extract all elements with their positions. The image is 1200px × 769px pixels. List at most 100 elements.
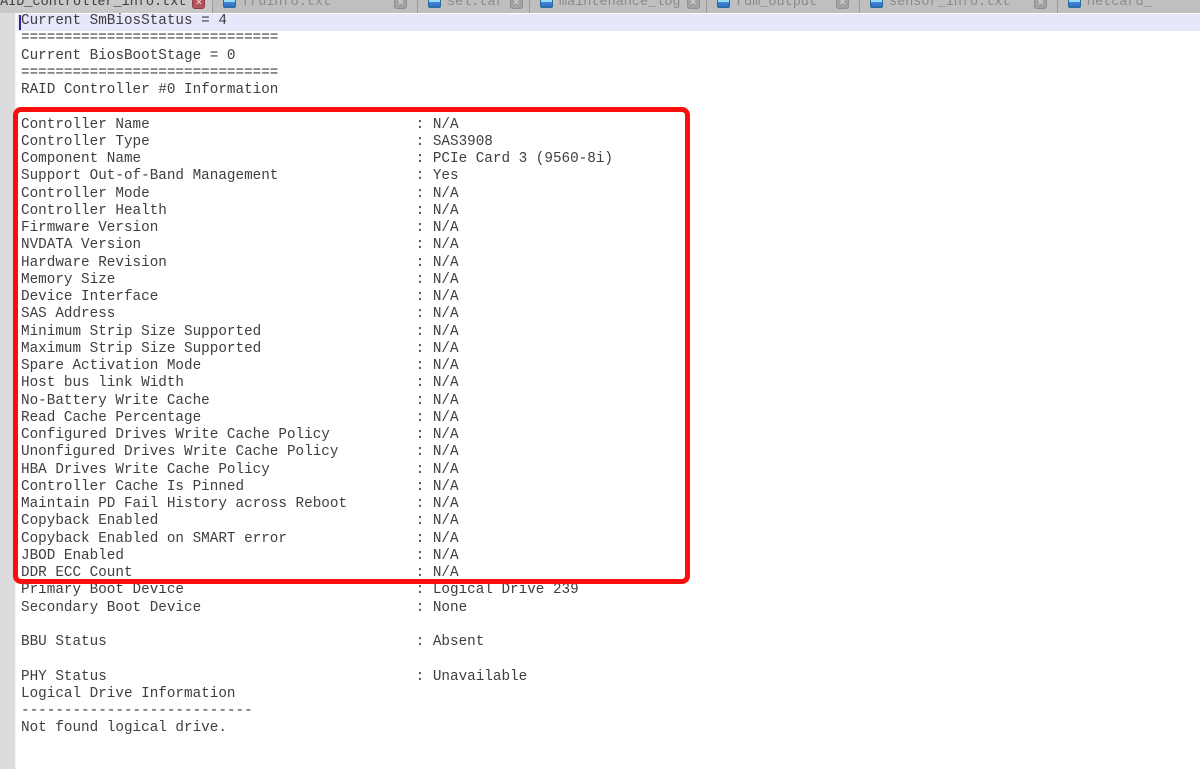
field-key: DDR ECC Count bbox=[21, 565, 416, 582]
field-key: SAS Address bbox=[21, 306, 416, 323]
tab-label: sel.tar bbox=[447, 0, 504, 10]
tab-close-icon[interactable]: ✕ bbox=[836, 0, 849, 9]
field-value: N/A bbox=[433, 186, 459, 202]
editor-line: Memory Size: N/A bbox=[21, 272, 1200, 289]
text-caret bbox=[19, 15, 21, 31]
field-value: Unavailable bbox=[433, 669, 527, 685]
key-value-separator: : bbox=[416, 444, 433, 460]
field-value: SAS3908 bbox=[433, 134, 493, 150]
tab-maintenance-log[interactable]: maintenance_log ✕ bbox=[530, 0, 707, 13]
tab-close-icon[interactable]: ✕ bbox=[192, 0, 205, 9]
key-value-separator: : bbox=[416, 168, 433, 184]
field-value: N/A bbox=[433, 375, 459, 391]
field-value: N/A bbox=[433, 324, 459, 340]
field-value: N/A bbox=[433, 410, 459, 426]
tab-close-icon[interactable]: ✕ bbox=[1034, 0, 1047, 9]
field-value: N/A bbox=[433, 358, 459, 374]
tab-label: sensor_info.txt bbox=[889, 0, 1011, 10]
editor-line: Firmware Version: N/A bbox=[21, 220, 1200, 237]
field-key: NVDATA Version bbox=[21, 237, 416, 254]
key-value-separator: : bbox=[416, 513, 433, 529]
editor-line: DDR ECC Count: N/A bbox=[21, 565, 1200, 582]
key-value-separator: : bbox=[416, 289, 433, 305]
editor-line: Controller Name: N/A bbox=[21, 117, 1200, 134]
file-icon bbox=[717, 0, 730, 8]
field-value: N/A bbox=[433, 220, 459, 236]
editor-line: Hardware Revision: N/A bbox=[21, 255, 1200, 272]
editor-line: Read Cache Percentage: N/A bbox=[21, 410, 1200, 427]
field-value: N/A bbox=[433, 444, 459, 460]
tab-label: RAID_controller_info.txt bbox=[0, 0, 186, 10]
key-value-separator: : bbox=[416, 272, 433, 288]
tab-close-icon[interactable]: ✕ bbox=[687, 0, 700, 9]
field-key: HBA Drives Write Cache Policy bbox=[21, 462, 416, 479]
field-key: Host bus link Width bbox=[21, 375, 416, 392]
field-value: N/A bbox=[433, 255, 459, 271]
line-text: --------------------------- bbox=[21, 703, 253, 719]
field-value: N/A bbox=[433, 306, 459, 322]
field-value: N/A bbox=[433, 513, 459, 529]
editor-line: Not found logical drive. bbox=[21, 720, 1200, 737]
editor-line: Current BiosBootStage = 0 bbox=[21, 48, 1200, 65]
editor-line: HBA Drives Write Cache Policy: N/A bbox=[21, 462, 1200, 479]
field-key: Configured Drives Write Cache Policy bbox=[21, 427, 416, 444]
key-value-separator: : bbox=[416, 306, 433, 322]
key-value-separator: : bbox=[416, 531, 433, 547]
key-value-separator: : bbox=[416, 600, 433, 616]
file-icon bbox=[1068, 0, 1081, 8]
field-value: None bbox=[433, 600, 467, 616]
key-value-separator: : bbox=[416, 479, 433, 495]
field-value: N/A bbox=[433, 341, 459, 357]
tab-sel-tar[interactable]: sel.tar ✕ bbox=[418, 0, 530, 13]
field-value: N/A bbox=[433, 496, 459, 512]
tab-fruinfo-txt[interactable]: fruinfo.txt✕ bbox=[213, 0, 418, 13]
editor-line: SAS Address: N/A bbox=[21, 306, 1200, 323]
editor-line: Current SmBiosStatus = 4 bbox=[21, 13, 1200, 30]
field-value: N/A bbox=[433, 117, 459, 133]
file-icon bbox=[428, 0, 441, 8]
key-value-separator: : bbox=[416, 341, 433, 357]
field-value: Absent bbox=[433, 634, 484, 650]
editor-line: Copyback Enabled: N/A bbox=[21, 513, 1200, 530]
editor-line: BBU Status: Absent bbox=[21, 634, 1200, 651]
line-text: Logical Drive Information bbox=[21, 686, 236, 702]
key-value-separator: : bbox=[416, 151, 433, 167]
tab-raid-controller-info-txt[interactable]: RAID_controller_info.txt ✕ bbox=[0, 0, 213, 13]
field-key: Secondary Boot Device bbox=[21, 600, 416, 617]
line-text: Current SmBiosStatus = 4 bbox=[21, 13, 227, 29]
field-key: BBU Status bbox=[21, 634, 416, 651]
key-value-separator: : bbox=[416, 582, 433, 598]
key-value-separator: : bbox=[416, 565, 433, 581]
line-text: Not found logical drive. bbox=[21, 720, 227, 736]
key-value-separator: : bbox=[416, 410, 433, 426]
tab-close-icon[interactable]: ✕ bbox=[510, 0, 523, 9]
tab-sensor-info-txt[interactable]: sensor_info.txt ✕ bbox=[860, 0, 1058, 13]
field-value: N/A bbox=[433, 565, 459, 581]
editor-text-area[interactable]: Current SmBiosStatus = 4================… bbox=[21, 13, 1200, 769]
field-value: Logical Drive 239 bbox=[433, 582, 579, 598]
file-icon bbox=[870, 0, 883, 8]
line-text: Current BiosBootStage = 0 bbox=[21, 48, 236, 64]
tab-rdm-output[interactable]: rdm_output✕ bbox=[707, 0, 860, 13]
field-value: N/A bbox=[433, 548, 459, 564]
file-icon bbox=[540, 0, 553, 8]
editor-line: PHY Status: Unavailable bbox=[21, 669, 1200, 686]
editor-line: Component Name: PCIe Card 3 (9560-8i) bbox=[21, 151, 1200, 168]
field-value: N/A bbox=[433, 531, 459, 547]
field-key: Support Out-of-Band Management bbox=[21, 168, 416, 185]
field-key: Controller Health bbox=[21, 203, 416, 220]
editor-line: Minimum Strip Size Supported: N/A bbox=[21, 324, 1200, 341]
editor-line: No-Battery Write Cache: N/A bbox=[21, 393, 1200, 410]
editor-line bbox=[21, 99, 1200, 116]
editor-line: Maintain PD Fail History across Reboot: … bbox=[21, 496, 1200, 513]
tab-row: RAID_controller_info.txt✕fruinfo.txt✕sel… bbox=[0, 0, 1200, 13]
tab-close-icon[interactable]: ✕ bbox=[394, 0, 407, 9]
tab-netcard-[interactable]: netcard_✕ bbox=[1058, 0, 1200, 13]
tab-label: maintenance_log bbox=[559, 0, 681, 10]
field-value: PCIe Card 3 (9560-8i) bbox=[433, 151, 613, 167]
editor-line: Controller Cache Is Pinned: N/A bbox=[21, 479, 1200, 496]
editor-line: NVDATA Version: N/A bbox=[21, 237, 1200, 254]
field-key: Minimum Strip Size Supported bbox=[21, 324, 416, 341]
key-value-separator: : bbox=[416, 462, 433, 478]
field-value: N/A bbox=[433, 289, 459, 305]
